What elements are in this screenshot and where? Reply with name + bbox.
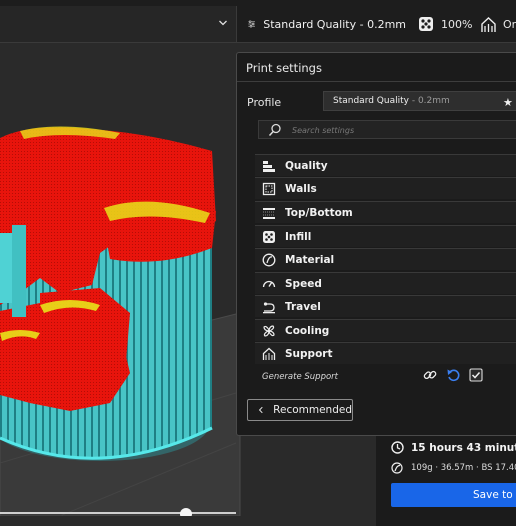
category-label: Travel [285,300,321,313]
support-summary[interactable]: On [480,6,516,42]
category-label: Infill [285,230,312,243]
material-estimate: 109g · 36.57m · BS 17.40 [391,462,516,474]
category-label: Top/Bottom [285,206,353,219]
print-settings-panel: Print settings Profile Standard Quality … [236,52,516,436]
link-icon[interactable] [423,368,437,382]
chevron-left-icon [258,406,263,414]
search-box[interactable] [258,120,516,139]
infill-summary[interactable]: 100% [418,6,472,42]
panel-title: Print settings [246,61,322,75]
category-quality[interactable]: Quality [255,154,516,176]
print-time: 15 hours 43 minutes [391,441,516,454]
infill-value: 100% [441,17,473,31]
category-speed[interactable]: Speed [255,272,516,294]
star-icon[interactable]: ★ [503,94,513,112]
support-icon [262,347,276,361]
material-estimate-value: 109g · 36.57m · BS 17.40 [411,463,516,473]
search-input[interactable] [290,122,494,139]
divider [237,81,516,82]
support-value: On [503,17,516,31]
profile-label: Profile [247,96,282,109]
clock-icon [391,441,404,454]
print-time-value: 15 hours 43 minutes [411,441,516,454]
sliders-icon [248,20,255,28]
top-toolbar: Standard Quality - 0.2mm 100% On [0,0,516,43]
category-label: Support [285,347,333,360]
save-to-disk-button[interactable]: Save to Di [391,483,516,507]
generate-support-checkbox[interactable] [469,368,483,382]
top-bottom-icon [262,206,276,220]
walls-icon [262,182,276,196]
reset-icon[interactable] [446,368,460,382]
cooling-icon [262,324,276,338]
infill-icon [419,17,433,31]
printer-selector[interactable] [0,6,237,42]
generate-support-label: Generate Support [262,372,339,382]
material-icon [262,253,276,267]
search-icon [268,123,281,137]
speed-icon [262,277,276,291]
category-cooling[interactable]: Cooling [255,319,516,341]
recommended-label: Recommended [273,404,352,416]
profile-suffix: - 0.2mm [408,96,450,106]
category-label: Walls [285,182,317,195]
top-profile-label: Standard Quality - 0.2mm [263,17,406,31]
quality-icon [262,159,276,173]
support-icon [481,16,496,32]
category-infill[interactable]: Infill [255,225,516,247]
print-estimate-panel: 15 hours 43 minutes 109g · 36.57m · BS 1… [376,436,516,526]
category-walls[interactable]: Walls [255,177,516,199]
category-top-bottom[interactable]: Top/Bottom [255,201,516,223]
category-label: Quality [285,159,328,172]
category-label: Speed [285,277,322,290]
print-setup-selector[interactable]: Standard Quality - 0.2mm [238,6,406,42]
profile-name: Standard Quality [333,96,409,106]
category-travel[interactable]: Travel [255,295,516,317]
spool-icon [391,462,403,474]
profile-dropdown[interactable]: Standard Quality - 0.2mm ★ [323,91,516,111]
category-label: Cooling [285,324,330,337]
infill-icon [262,230,276,244]
category-material[interactable]: Material [255,248,516,270]
recommended-button[interactable]: Recommended [247,399,353,421]
category-support[interactable]: Support [255,342,516,364]
category-label: Material [285,253,335,266]
chevron-down-icon [219,20,227,26]
generate-support-controls [423,368,483,382]
travel-icon [262,300,276,314]
